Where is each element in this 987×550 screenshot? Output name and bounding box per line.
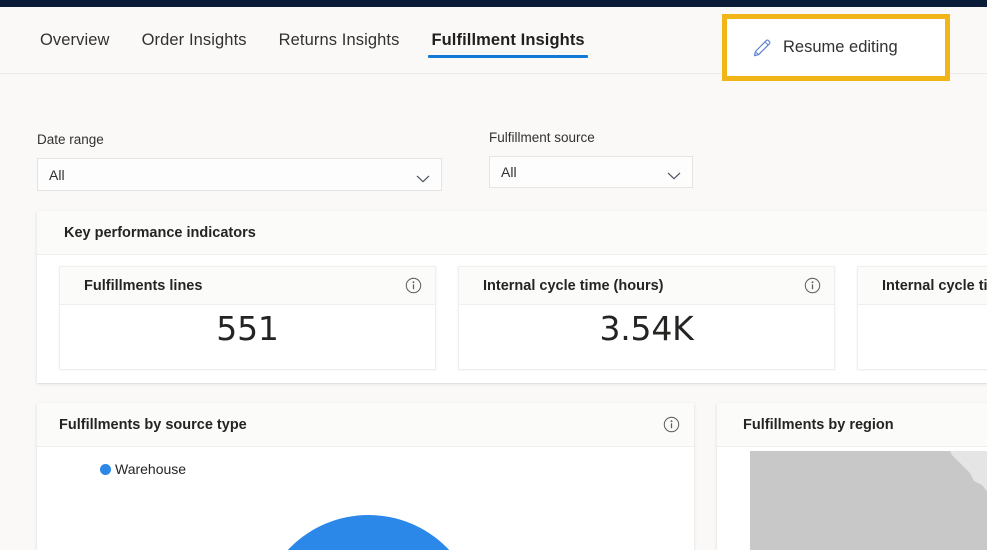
pie-chart[interactable] xyxy=(37,489,694,550)
fulfillments-by-region-panel: Fulfillments by region xyxy=(717,403,987,550)
filter-date-range-select[interactable]: All xyxy=(37,158,442,191)
legend-color-swatch xyxy=(100,463,111,475)
kpi-panel-title: Key performance indicators xyxy=(64,224,256,241)
map-background xyxy=(750,451,987,550)
kpi-card-value: 3.54K xyxy=(599,309,694,348)
filter-fulfillment-source: Fulfillment source All xyxy=(489,130,693,188)
app-top-bar xyxy=(0,0,987,7)
tab-label: Overview xyxy=(40,30,110,49)
kpi-card-internal-cycle-time-hours[interactable]: Internal cycle time (hours) 3.54K xyxy=(458,266,835,370)
kpi-card-list: Fulfillments lines 551 Internal cycle ti… xyxy=(59,266,987,370)
kpi-panel-header: Key performance indicators xyxy=(37,211,987,255)
region-panel-header: Fulfillments by region xyxy=(717,403,987,447)
kpi-card-title: Internal cycle time (days) xyxy=(882,277,987,294)
kpi-card-value: 551 xyxy=(216,309,279,348)
filter-fulfillment-source-select[interactable]: All xyxy=(489,156,693,188)
tab-overview[interactable]: Overview xyxy=(24,7,126,73)
kpi-card-body xyxy=(858,305,987,369)
kpi-card-header: Fulfillments lines xyxy=(60,267,435,305)
kpi-card-header: Internal cycle time (days) xyxy=(858,267,987,305)
kpi-panel: Key performance indicators Fulfillments … xyxy=(37,211,987,383)
kpi-card-header: Internal cycle time (hours) xyxy=(459,267,834,305)
resume-editing-highlight: Resume editing xyxy=(722,14,950,81)
pie-slice-warehouse[interactable] xyxy=(258,515,479,550)
dashboard-page: Overview Order Insights Returns Insights… xyxy=(0,0,987,550)
filter-date-range-label: Date range xyxy=(37,132,104,147)
source-type-panel-title: Fulfillments by source type xyxy=(59,416,247,433)
region-map[interactable] xyxy=(750,451,987,550)
tab-label: Returns Insights xyxy=(278,30,400,49)
kpi-card-body: 551 xyxy=(60,305,435,369)
kpi-card-body: 3.54K xyxy=(459,305,834,369)
tab-bar: Overview Order Insights Returns Insights… xyxy=(0,7,987,81)
filter-fulfillment-source-value: All xyxy=(501,164,517,180)
legend-item-label: Warehouse xyxy=(115,461,187,477)
filter-date-range: Date range All xyxy=(37,132,442,191)
info-icon[interactable] xyxy=(663,416,680,433)
pie-chart-legend: Warehouse xyxy=(100,461,186,477)
tab-order-insights[interactable]: Order Insights xyxy=(126,7,263,73)
tab-label: Order Insights xyxy=(141,30,247,49)
filter-fulfillment-source-label: Fulfillment source xyxy=(489,130,595,145)
info-icon[interactable] xyxy=(804,277,821,294)
region-panel-title: Fulfillments by region xyxy=(743,416,894,433)
resume-editing-button[interactable]: Resume editing xyxy=(727,19,945,76)
tab-label: Fulfillment Insights xyxy=(431,30,585,49)
kpi-card-title: Internal cycle time (hours) xyxy=(483,277,664,294)
kpi-card-title: Fulfillments lines xyxy=(84,277,203,294)
tab-fulfillment-insights[interactable]: Fulfillment Insights xyxy=(415,7,600,73)
pencil-icon xyxy=(752,38,772,58)
chevron-down-icon xyxy=(667,168,681,180)
resume-editing-label: Resume editing xyxy=(783,38,898,56)
filter-date-range-value: All xyxy=(49,166,65,183)
tab-returns-insights[interactable]: Returns Insights xyxy=(263,7,416,73)
source-type-panel-header: Fulfillments by source type xyxy=(37,403,694,447)
fulfillments-by-source-type-panel: Fulfillments by source type Warehouse xyxy=(37,403,694,550)
kpi-card-internal-cycle-time-days[interactable]: Internal cycle time (days) xyxy=(857,266,987,370)
chevron-down-icon xyxy=(416,170,430,183)
info-icon[interactable] xyxy=(405,277,422,294)
kpi-card-fulfillments-lines[interactable]: Fulfillments lines 551 xyxy=(59,266,436,370)
tab-list: Overview Order Insights Returns Insights… xyxy=(24,7,601,73)
